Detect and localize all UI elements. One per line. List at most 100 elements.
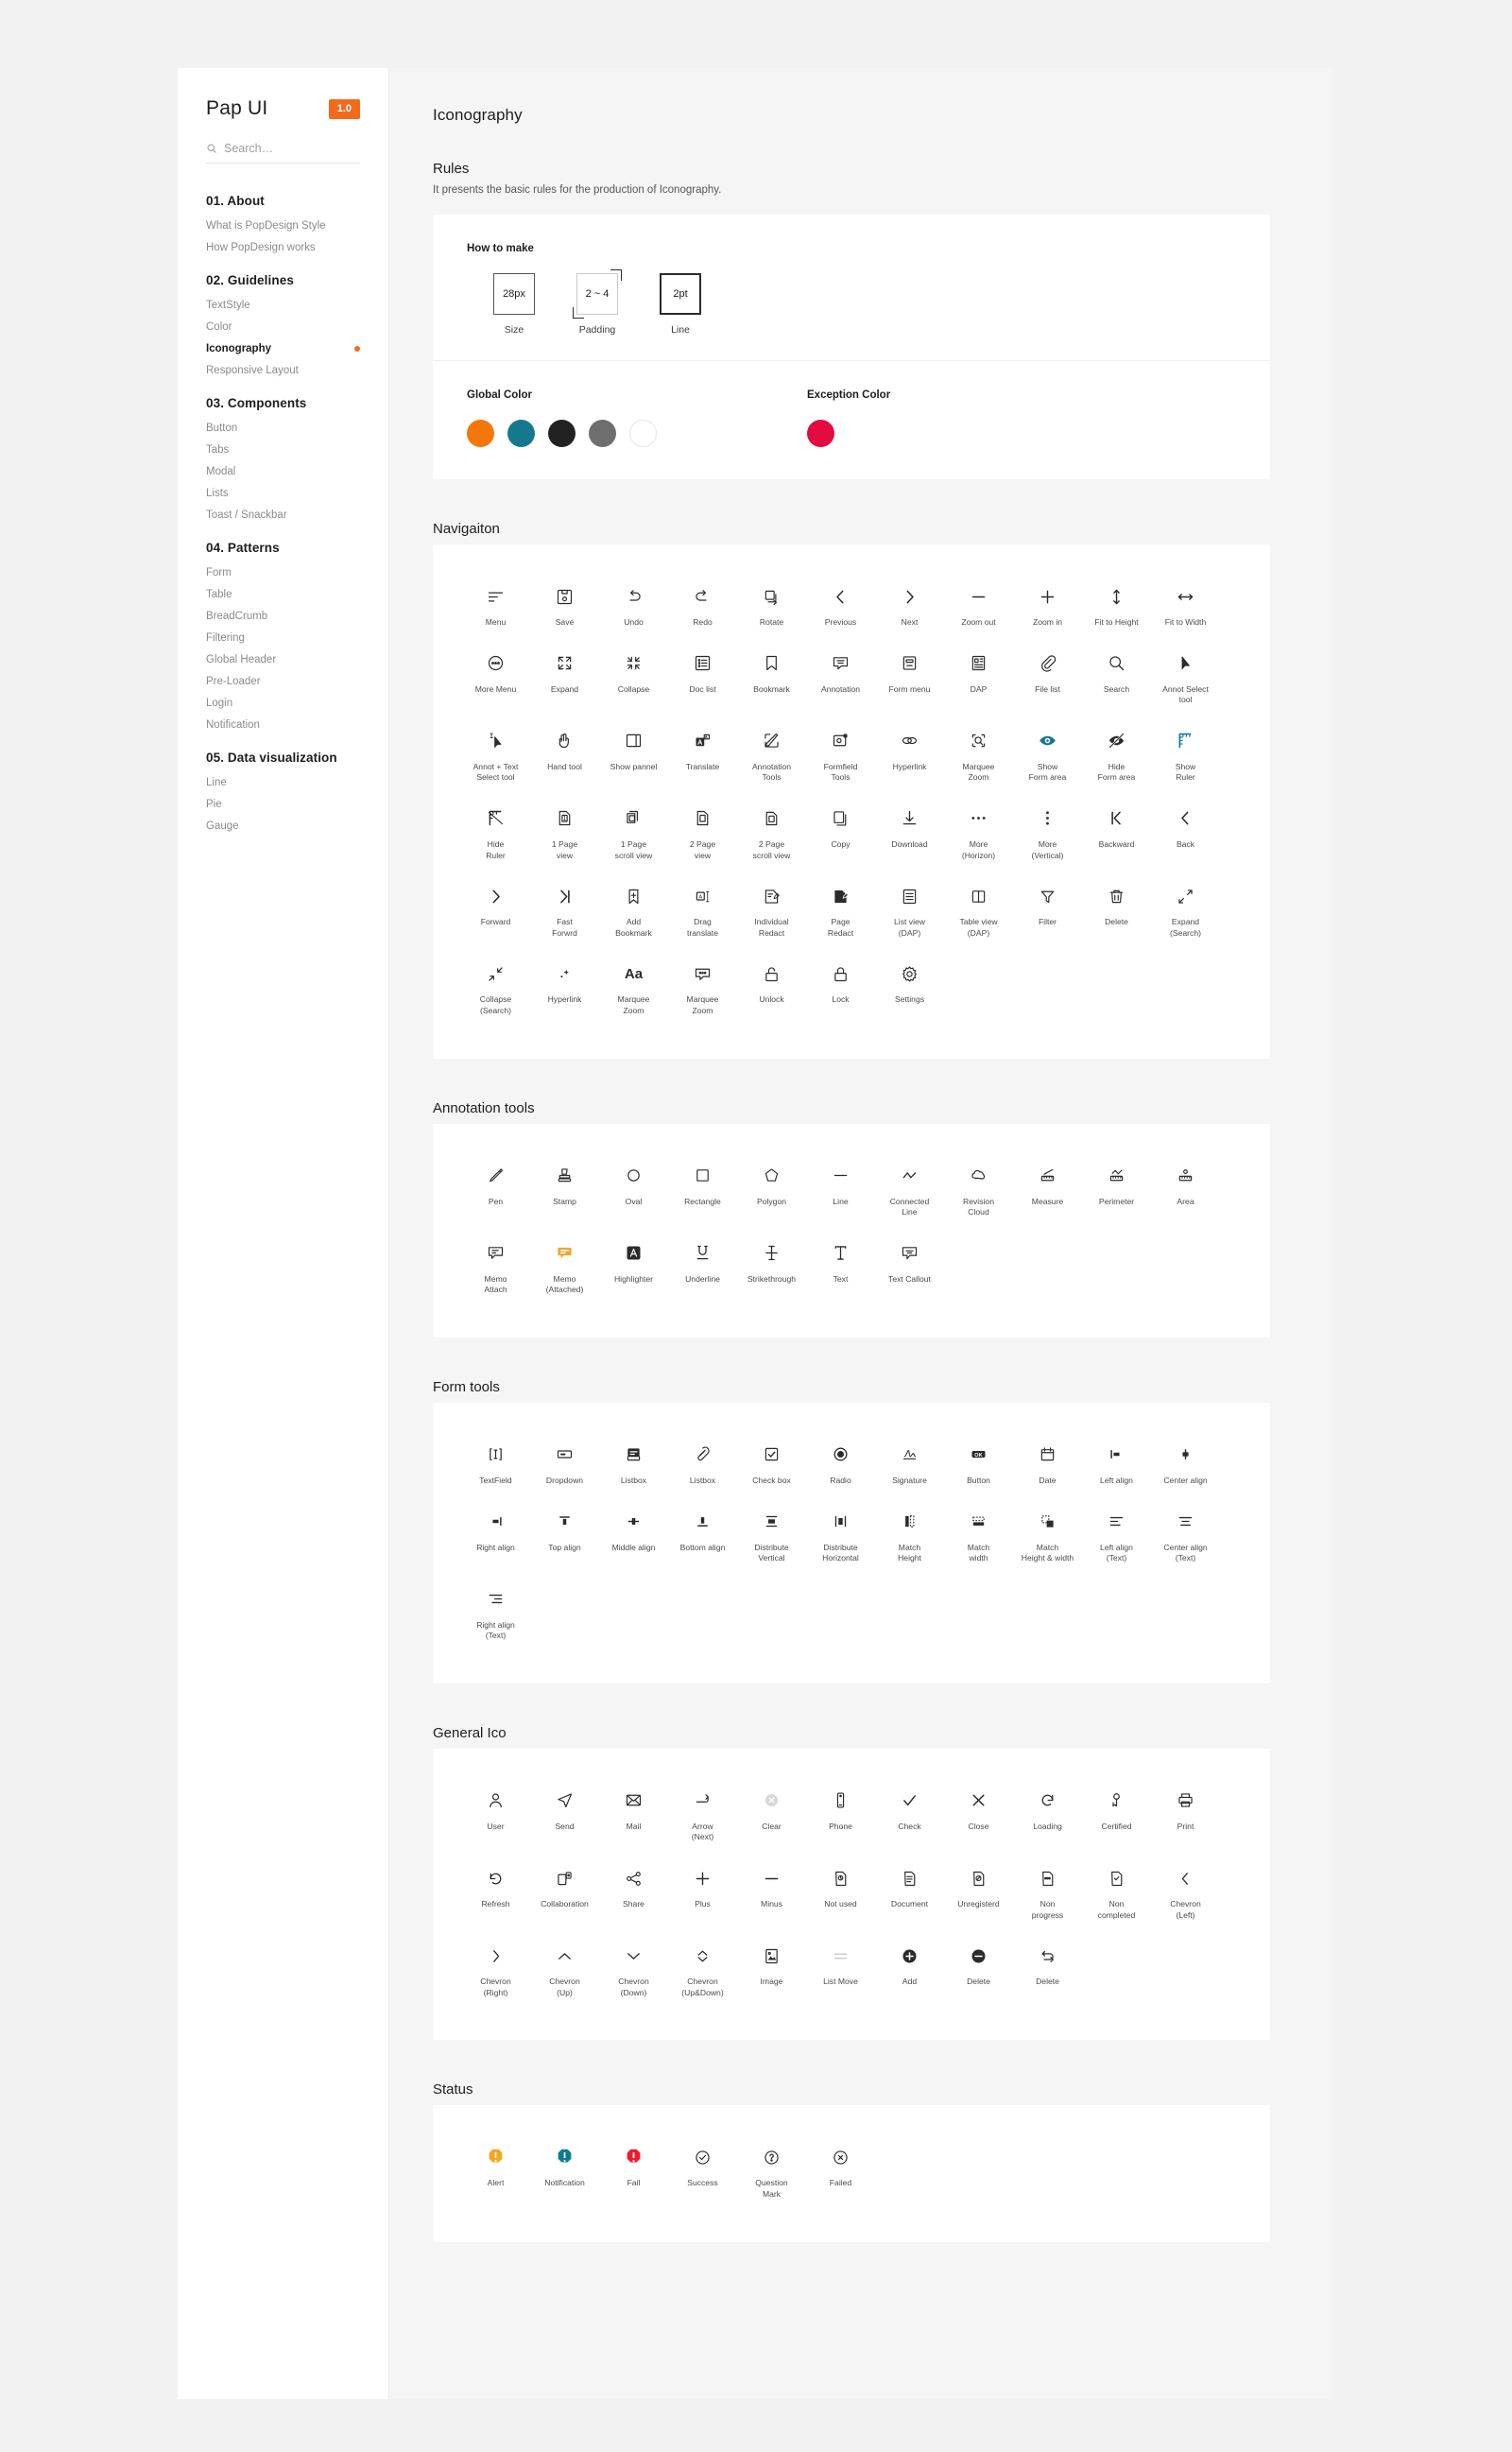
icon-cell-match-height-width[interactable]: Match Height & width [1013, 1496, 1082, 1574]
icon-cell-bottom-align[interactable]: Bottom align [668, 1496, 737, 1574]
icon-cell-middle-align[interactable]: Middle align [599, 1496, 668, 1574]
icon-cell-stamp[interactable]: Stamp [530, 1150, 599, 1228]
icon-cell-memo-attach[interactable]: Memo Attach [461, 1228, 530, 1305]
icon-cell-area[interactable]: Area [1151, 1150, 1220, 1228]
icon-cell-list-move[interactable]: List Move [806, 1930, 875, 2008]
sidebar-item-textstyle[interactable]: TextStyle [178, 294, 388, 316]
icon-cell-check-box[interactable]: Check box [737, 1429, 806, 1496]
icon-cell-textfield[interactable]: TextField [461, 1429, 530, 1496]
icon-cell-undo[interactable]: Undo [599, 571, 668, 638]
icon-cell-perimeter[interactable]: Perimeter [1082, 1150, 1151, 1228]
icon-cell-back[interactable]: Back [1151, 793, 1220, 871]
sidebar-item-responsive-layout[interactable]: Responsive Layout [178, 359, 388, 381]
sidebar-item-breadcrumb[interactable]: BreadCrumb [178, 605, 388, 627]
icon-cell-button-ok[interactable]: OK Button [944, 1429, 1013, 1496]
icon-cell-two-page-scroll-view[interactable]: 2 Page scroll view [737, 793, 806, 871]
sidebar-item-color[interactable]: Color [178, 316, 388, 337]
icon-cell-match-height[interactable]: Match Height [875, 1496, 944, 1574]
icon-cell-hand-tool[interactable]: Hand tool [530, 716, 599, 793]
icon-cell-marquee-zoom[interactable]: Marquee Zoom [944, 716, 1013, 793]
icon-cell-alert[interactable]: Alert [461, 2132, 530, 2209]
icon-cell-more-vertical[interactable]: More (Vertical) [1013, 793, 1082, 871]
icon-cell-not-used[interactable]: Not used [806, 1853, 875, 1930]
icon-cell-annot-text-select-tool[interactable]: Annot + Text Select tool [461, 716, 530, 793]
icon-cell-filter[interactable]: Filter [1013, 871, 1082, 948]
icon-cell-doc-list[interactable]: Doc list [668, 638, 737, 716]
icon-cell-chevron-up[interactable]: Chevron (Up) [530, 1930, 599, 2008]
icon-cell-image[interactable]: Image [737, 1930, 806, 2008]
sidebar-item-filtering[interactable]: Filtering [178, 627, 388, 648]
icon-cell-unlock[interactable]: Unlock [737, 948, 806, 1026]
icon-cell-text-callout[interactable]: Text Callout [875, 1228, 944, 1305]
icon-cell-bookmark[interactable]: Bookmark [737, 638, 806, 716]
icon-cell-collapse[interactable]: Collapse [599, 638, 668, 716]
icon-cell-memo-attached[interactable]: Memo (Attached) [530, 1228, 599, 1305]
icon-cell-one-page-scroll-view[interactable]: 1 Page scroll view [599, 793, 668, 871]
icon-cell-redo[interactable]: Redo [668, 571, 737, 638]
icon-cell-show-form-area[interactable]: Show Form area [1013, 716, 1082, 793]
icon-cell-two-page-view[interactable]: 2 Page view [668, 793, 737, 871]
search-input[interactable] [224, 142, 366, 155]
icon-cell-left-align-text[interactable]: Left align (Text) [1082, 1496, 1151, 1574]
icon-cell-revision-cloud[interactable]: Revision Cloud [944, 1150, 1013, 1228]
icon-cell-date[interactable]: Date [1013, 1429, 1082, 1496]
icon-cell-non-completed[interactable]: Non completed [1082, 1853, 1151, 1930]
icon-cell-fail[interactable]: Fail [599, 2132, 668, 2209]
icon-cell-text[interactable]: Text [806, 1228, 875, 1305]
icon-cell-rotate[interactable]: Rotate [737, 571, 806, 638]
icon-cell-check[interactable]: Check [875, 1775, 944, 1853]
icon-cell-pen[interactable]: Pen [461, 1150, 530, 1228]
icon-cell-center-align-text[interactable]: Center align (Text) [1151, 1496, 1220, 1574]
icon-cell-annotation[interactable]: Annotation [806, 638, 875, 716]
icon-cell-more-horizon[interactable]: More (Horizon) [944, 793, 1013, 871]
icon-cell-delete-arrow[interactable]: Delete [1013, 1930, 1082, 2008]
icon-cell-settings[interactable]: Settings [875, 948, 944, 1026]
icon-cell-delete-trash[interactable]: Delete [1082, 871, 1151, 948]
sidebar-item-gauge[interactable]: Gauge [178, 815, 388, 837]
icon-cell-hyperlink[interactable]: Hyperlink [875, 716, 944, 793]
icon-cell-loading[interactable]: Loading [1013, 1775, 1082, 1853]
icon-cell-marquee-zoom-balloon[interactable]: Marquee Zoom [668, 948, 737, 1026]
icon-cell-question-mark[interactable]: Question Mark [737, 2132, 806, 2209]
icon-cell-radio[interactable]: Radio [806, 1429, 875, 1496]
icon-cell-marquee-zoom-aa[interactable]: Aa Marquee Zoom [599, 948, 668, 1026]
icon-cell-backward[interactable]: Backward [1082, 793, 1151, 871]
icon-cell-copy[interactable]: Copy [806, 793, 875, 871]
icon-cell-right-align[interactable]: Right align [461, 1496, 530, 1574]
icon-cell-left-align[interactable]: Left align [1082, 1429, 1151, 1496]
sidebar-item-tabs[interactable]: Tabs [178, 439, 388, 460]
icon-cell-download[interactable]: Download [875, 793, 944, 871]
icon-cell-document[interactable]: Document [875, 1853, 944, 1930]
icon-cell-forward[interactable]: Forward [461, 871, 530, 948]
sidebar-item-global-header[interactable]: Global Header [178, 648, 388, 670]
icon-cell-oval[interactable]: Oval [599, 1150, 668, 1228]
icon-cell-add[interactable]: Add [875, 1930, 944, 2008]
icon-cell-distribute-horizontal[interactable]: Distribute Horizontal [806, 1496, 875, 1574]
icon-cell-annot-select-tool[interactable]: Annot Select tool [1151, 638, 1220, 716]
icon-cell-highlighter[interactable]: Highlighter [599, 1228, 668, 1305]
icon-cell-success[interactable]: Success [668, 2132, 737, 2209]
sidebar-item-login[interactable]: Login [178, 692, 388, 714]
icon-cell-clear[interactable]: Clear [737, 1775, 806, 1853]
icon-cell-file-list[interactable]: File list [1013, 638, 1082, 716]
icon-cell-translate[interactable]: Translate [668, 716, 737, 793]
icon-cell-plus[interactable]: Plus [668, 1853, 737, 1930]
sidebar-item-form[interactable]: Form [178, 561, 388, 583]
icon-cell-signature[interactable]: Signature [875, 1429, 944, 1496]
icon-cell-send[interactable]: Send [530, 1775, 599, 1853]
icon-cell-more-menu[interactable]: More Menu [461, 638, 530, 716]
icon-cell-drag-translate[interactable]: A Drag translate [668, 871, 737, 948]
icon-cell-strikethrough[interactable]: Strikethrough [737, 1228, 806, 1305]
icon-cell-notification[interactable]: Notification [530, 2132, 599, 2209]
sidebar-item-pre-loader[interactable]: Pre-Loader [178, 670, 388, 692]
icon-cell-menu[interactable]: Menu [461, 571, 530, 638]
icon-cell-listbox[interactable]: Listbox [599, 1429, 668, 1496]
sidebar-item-table[interactable]: Table [178, 583, 388, 605]
icon-cell-hyperlink-star[interactable]: Hyperlink [530, 948, 599, 1026]
icon-cell-close[interactable]: Close [944, 1775, 1013, 1853]
icon-cell-share[interactable]: Share [599, 1853, 668, 1930]
icon-cell-lock[interactable]: Lock [806, 948, 875, 1026]
icon-cell-fit-to-width[interactable]: Fit to Width [1151, 571, 1220, 638]
icon-cell-form-menu[interactable]: Form menu [875, 638, 944, 716]
icon-cell-arrow-next[interactable]: Arrow (Next) [668, 1775, 737, 1853]
